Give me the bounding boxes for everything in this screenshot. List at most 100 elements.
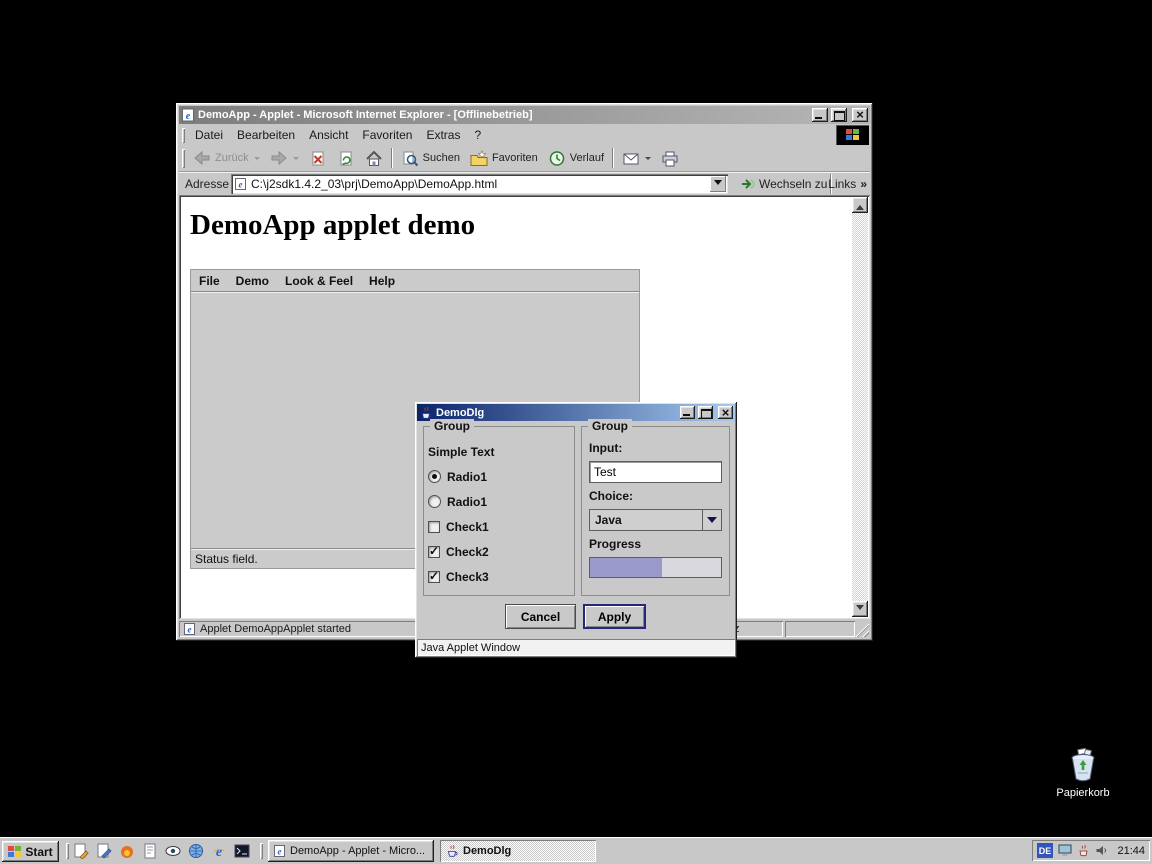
windows-flag-icon: [8, 846, 21, 858]
quick-launch-text-file-icon[interactable]: [140, 841, 160, 861]
radio-label: Radio1: [447, 495, 487, 509]
toolbar-grip[interactable]: [182, 149, 185, 168]
scroll-down-button[interactable]: [852, 601, 868, 617]
radio-button-icon[interactable]: [428, 470, 441, 483]
progress-label: Progress: [589, 537, 722, 557]
forward-arrow-icon: [270, 150, 288, 166]
links-chevron-icon[interactable]: »: [860, 177, 867, 191]
stop-button[interactable]: [304, 146, 332, 170]
maximize-button[interactable]: [698, 406, 713, 419]
vertical-scrollbar[interactable]: [852, 197, 868, 617]
menu-favoriten[interactable]: Favoriten: [355, 125, 419, 145]
menu-bearbeiten[interactable]: Bearbeiten: [230, 125, 302, 145]
print-button[interactable]: [656, 146, 684, 170]
choice-label: Choice:: [589, 489, 722, 509]
taskbar-grip[interactable]: [260, 843, 263, 859]
quick-launch-document-pen-icon[interactable]: [71, 841, 91, 861]
svg-text:e: e: [216, 845, 222, 859]
check-row-3[interactable]: Check3: [424, 564, 574, 589]
apply-button[interactable]: Apply: [583, 604, 646, 629]
refresh-icon: [337, 150, 355, 167]
forward-button[interactable]: [265, 146, 304, 170]
radio-row-1[interactable]: Radio1: [424, 464, 574, 489]
tray-java-cup-icon[interactable]: [1077, 844, 1090, 857]
quick-launch-eye-icon[interactable]: [163, 841, 183, 861]
left-group-box: Group Simple Text Radio1 Radio1 Check1 C…: [423, 426, 575, 596]
ie-titlebar[interactable]: e DemoApp - Applet - Microsoft Internet …: [179, 106, 870, 124]
home-button[interactable]: [360, 146, 388, 170]
taskbar-grip[interactable]: [66, 843, 69, 859]
quick-launch-terminal-icon[interactable]: [232, 841, 252, 861]
favorites-star-icon: [470, 150, 488, 167]
right-group-box: Group Input: Choice: Java Progress: [581, 426, 730, 596]
applet-status-text: Status field.: [191, 552, 258, 566]
address-page-icon: e: [234, 177, 247, 191]
back-button[interactable]: Zurück: [188, 146, 265, 170]
applet-menu-lookandfeel[interactable]: Look & Feel: [277, 271, 361, 291]
resize-grip[interactable]: [855, 623, 869, 637]
print-icon: [661, 150, 679, 167]
checkbox-icon[interactable]: [428, 521, 440, 533]
radio-row-2[interactable]: Radio1: [424, 489, 574, 514]
combo-arrow-button[interactable]: [702, 510, 721, 530]
menu-extras[interactable]: Extras: [419, 125, 467, 145]
system-tray: DE 21:44: [1032, 840, 1150, 861]
applet-menubar: File Demo Look & Feel Help: [191, 270, 639, 292]
task-label: DemoDlg: [463, 845, 511, 857]
ie-page-icon: e: [273, 844, 286, 858]
radio-button-icon[interactable]: [428, 495, 441, 508]
keyboard-language-indicator[interactable]: DE: [1037, 843, 1053, 858]
taskbar-clock[interactable]: 21:44: [1117, 845, 1145, 857]
recycle-bin-icon[interactable]: Papierkorb: [1048, 748, 1118, 799]
java-applet-warning-banner: Java Applet Window: [417, 639, 735, 656]
close-button[interactable]: [718, 406, 733, 419]
check-row-1[interactable]: Check1: [424, 514, 574, 539]
checkbox-icon[interactable]: [428, 546, 440, 558]
checkbox-icon[interactable]: [428, 571, 440, 583]
applet-menu-demo[interactable]: Demo: [228, 271, 277, 291]
history-button[interactable]: Verlauf: [543, 146, 609, 170]
check-row-2[interactable]: Check2: [424, 539, 574, 564]
address-input[interactable]: e C:\j2sdk1.4.2_03\prj\DemoApp\DemoApp.h…: [231, 174, 728, 194]
go-button[interactable]: Wechseln zu: [735, 173, 832, 195]
taskbar: Start e e DemoApp - Applet - Micro... De…: [0, 837, 1152, 864]
cancel-button[interactable]: Cancel: [505, 604, 576, 629]
task-button-demoapp[interactable]: e DemoApp - Applet - Micro...: [268, 840, 434, 862]
input-field[interactable]: [589, 461, 722, 483]
checkbox-label: Check1: [446, 520, 489, 534]
ie-window-title: DemoApp - Applet - Microsoft Internet Ex…: [198, 109, 809, 121]
left-group-title: Group: [430, 419, 474, 433]
mail-button[interactable]: [617, 146, 656, 170]
radio-label: Radio1: [447, 470, 487, 484]
simple-text-row: Simple Text: [424, 439, 574, 464]
address-dropdown-button[interactable]: [710, 176, 726, 192]
refresh-button[interactable]: [332, 146, 360, 170]
applet-menu-file[interactable]: File: [191, 271, 228, 291]
menu-ansicht[interactable]: Ansicht: [302, 125, 355, 145]
choice-value: Java: [590, 513, 702, 527]
scroll-up-button[interactable]: [852, 197, 868, 213]
quick-launch-compose-icon[interactable]: [94, 841, 114, 861]
maximize-button[interactable]: [831, 108, 847, 122]
close-button[interactable]: [852, 108, 868, 122]
menubar-grip[interactable]: [182, 128, 185, 143]
applet-menu-help[interactable]: Help: [361, 271, 403, 291]
links-bar[interactable]: Links »: [828, 173, 867, 195]
tray-display-icon[interactable]: [1058, 844, 1072, 857]
status-main-text: Applet DemoAppApplet started: [200, 623, 351, 635]
menu-hilfe[interactable]: ?: [467, 125, 488, 145]
menu-datei[interactable]: Datei: [188, 125, 230, 145]
favorites-button[interactable]: Favoriten: [465, 146, 543, 170]
choice-combobox[interactable]: Java: [589, 509, 722, 531]
minimize-button[interactable]: [812, 108, 828, 122]
address-label: Adresse: [179, 177, 235, 191]
quick-launch-globe-icon[interactable]: [186, 841, 206, 861]
task-button-demodlg[interactable]: DemoDlg: [440, 840, 596, 862]
minimize-button[interactable]: [680, 406, 695, 419]
toolbar-separator: [612, 148, 614, 168]
quick-launch-fire-icon[interactable]: [117, 841, 137, 861]
quick-launch-ie-icon[interactable]: e: [209, 841, 229, 861]
tray-volume-icon[interactable]: [1095, 844, 1108, 857]
start-button[interactable]: Start: [2, 841, 59, 862]
search-button[interactable]: Suchen: [396, 146, 465, 170]
